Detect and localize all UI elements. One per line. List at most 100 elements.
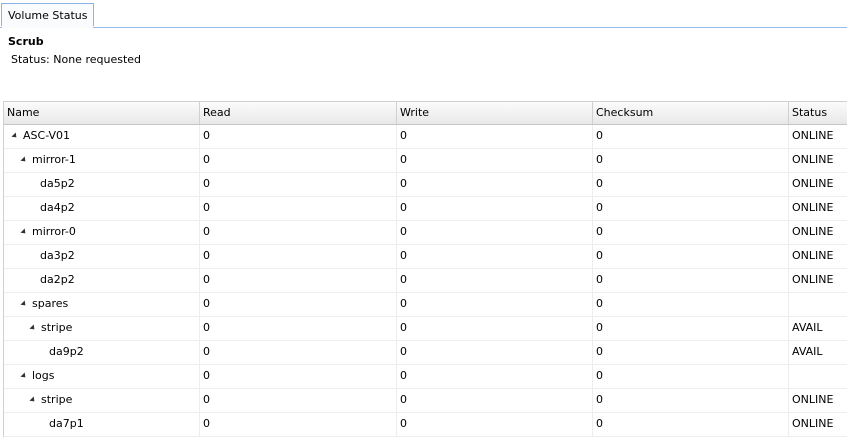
node-name: stripe — [41, 393, 73, 406]
scrub-title: Scrub — [8, 35, 44, 48]
checksum-cell: 0 — [593, 125, 789, 148]
status-cell: ONLINE — [789, 197, 847, 220]
write-cell: 0 — [397, 293, 593, 316]
status-cell: ONLINE — [789, 245, 847, 268]
column-header-read[interactable]: Read — [200, 102, 397, 124]
checksum-cell: 0 — [593, 293, 789, 316]
checksum-cell: 0 — [593, 245, 789, 268]
checksum-cell: 0 — [593, 365, 789, 388]
table-row[interactable]: stripe 0 0 0 AVAIL — [4, 317, 847, 341]
name-cell: da7p1 — [4, 413, 200, 436]
status-cell — [789, 293, 847, 316]
read-cell: 0 — [200, 317, 397, 340]
tab-active-indicator — [2, 26, 93, 28]
name-cell: mirror-1 — [4, 149, 200, 172]
status-cell: AVAIL — [789, 317, 847, 340]
column-header-checksum[interactable]: Checksum — [593, 102, 789, 124]
name-cell: da3p2 — [4, 245, 200, 268]
table-row[interactable]: da7p1 0 0 0 ONLINE — [4, 413, 847, 437]
checksum-cell: 0 — [593, 389, 789, 412]
tab-bar: Volume Status — [0, 0, 847, 28]
write-cell: 0 — [397, 125, 593, 148]
column-header-name[interactable]: Name — [4, 102, 200, 124]
expand-arrow-icon[interactable] — [29, 324, 37, 332]
name-cell: spares — [4, 293, 200, 316]
expand-arrow-icon[interactable] — [20, 228, 28, 236]
name-cell: stripe — [4, 389, 200, 412]
status-cell: ONLINE — [789, 413, 847, 436]
checksum-cell: 0 — [593, 197, 789, 220]
volume-status-grid: Name Read Write Checksum Status ASC-V01 0… — [3, 101, 847, 437]
table-row[interactable]: mirror-0 0 0 0 ONLINE — [4, 221, 847, 245]
write-cell: 0 — [397, 173, 593, 196]
table-row[interactable]: da4p2 0 0 0 ONLINE — [4, 197, 847, 221]
checksum-cell: 0 — [593, 317, 789, 340]
expand-arrow-icon[interactable] — [20, 372, 28, 380]
status-cell: ONLINE — [789, 125, 847, 148]
read-cell: 0 — [200, 413, 397, 436]
node-name: logs — [32, 369, 55, 382]
table-row[interactable]: stripe 0 0 0 ONLINE — [4, 389, 847, 413]
write-cell: 0 — [397, 341, 593, 364]
table-row[interactable]: logs 0 0 0 — [4, 365, 847, 389]
table-row[interactable]: spares 0 0 0 — [4, 293, 847, 317]
scrub-status: Status: None requested — [11, 53, 142, 66]
name-cell: ASC-V01 — [4, 125, 200, 148]
node-name: da7p1 — [49, 417, 84, 430]
checksum-cell: 0 — [593, 341, 789, 364]
expand-arrow-icon[interactable] — [20, 156, 28, 164]
node-name: da5p2 — [40, 177, 75, 190]
expand-arrow-icon[interactable] — [11, 132, 19, 140]
read-cell: 0 — [200, 365, 397, 388]
node-name: spares — [32, 297, 69, 310]
tab-volume-status[interactable]: Volume Status — [1, 3, 94, 26]
name-cell: da4p2 — [4, 197, 200, 220]
name-cell: da5p2 — [4, 173, 200, 196]
write-cell: 0 — [397, 389, 593, 412]
table-row[interactable]: mirror-1 0 0 0 ONLINE — [4, 149, 847, 173]
table-row[interactable]: ASC-V01 0 0 0 ONLINE — [4, 125, 847, 149]
checksum-cell: 0 — [593, 173, 789, 196]
read-cell: 0 — [200, 341, 397, 364]
status-cell: ONLINE — [789, 173, 847, 196]
checksum-cell: 0 — [593, 413, 789, 436]
name-cell: da2p2 — [4, 269, 200, 292]
read-cell: 0 — [200, 173, 397, 196]
name-cell: logs — [4, 365, 200, 388]
table-row[interactable]: da9p2 0 0 0 AVAIL — [4, 341, 847, 365]
status-cell: ONLINE — [789, 269, 847, 292]
checksum-cell: 0 — [593, 269, 789, 292]
node-name: ASC-V01 — [23, 129, 71, 142]
name-cell: mirror-0 — [4, 221, 200, 244]
read-cell: 0 — [200, 197, 397, 220]
write-cell: 0 — [397, 269, 593, 292]
node-name: stripe — [41, 321, 73, 334]
read-cell: 0 — [200, 125, 397, 148]
table-row[interactable]: da2p2 0 0 0 ONLINE — [4, 269, 847, 293]
column-header-status[interactable]: Status — [789, 102, 847, 124]
expand-arrow-icon[interactable] — [29, 396, 37, 404]
checksum-cell: 0 — [593, 149, 789, 172]
tab-label: Volume Status — [8, 9, 88, 22]
table-row[interactable]: da5p2 0 0 0 ONLINE — [4, 173, 847, 197]
status-cell: ONLINE — [789, 389, 847, 412]
read-cell: 0 — [200, 245, 397, 268]
write-cell: 0 — [397, 197, 593, 220]
column-header-write[interactable]: Write — [397, 102, 593, 124]
table-row[interactable]: da3p2 0 0 0 ONLINE — [4, 245, 847, 269]
status-cell: ONLINE — [789, 149, 847, 172]
node-name: mirror-0 — [32, 225, 76, 238]
node-name: da9p2 — [49, 345, 84, 358]
read-cell: 0 — [200, 293, 397, 316]
status-cell: ONLINE — [789, 221, 847, 244]
read-cell: 0 — [200, 269, 397, 292]
node-name: mirror-1 — [32, 153, 76, 166]
node-name: da2p2 — [40, 273, 75, 286]
read-cell: 0 — [200, 221, 397, 244]
node-name: da4p2 — [40, 201, 75, 214]
write-cell: 0 — [397, 245, 593, 268]
write-cell: 0 — [397, 365, 593, 388]
grid-body: ASC-V01 0 0 0 ONLINE mirror-1 0 0 0 ONLINE da5p2 0 0… — [4, 125, 847, 437]
read-cell: 0 — [200, 149, 397, 172]
expand-arrow-icon[interactable] — [20, 300, 28, 308]
